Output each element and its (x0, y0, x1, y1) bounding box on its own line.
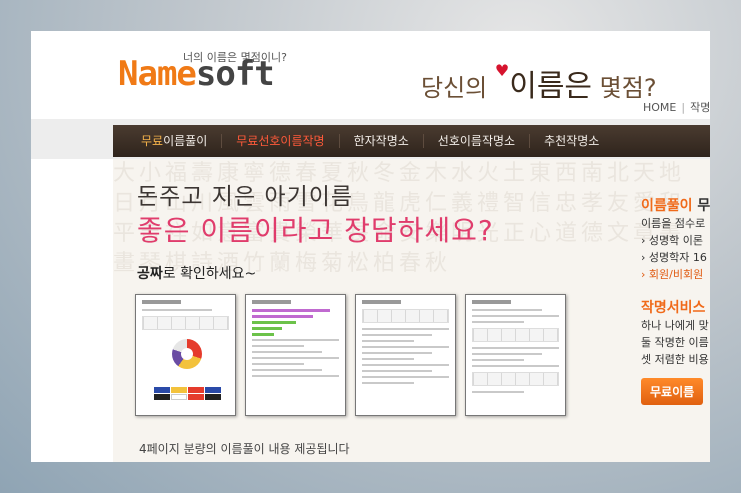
browser-viewport: 너의 이름은 몇점이니? Namesoft 당신의 ♥이름은 몇점? HOME |… (31, 31, 710, 462)
report-page-thumbnail-1[interactable] (135, 294, 236, 416)
side-line: 이름을 점수로 (641, 217, 706, 230)
member-link[interactable]: › 회원/비회원 (641, 266, 710, 283)
main-nav: 무료이름풀이 무료선호이름작명 한자작명소 선호이름작명소 추천작명소 (113, 125, 710, 157)
report-thumbnails (135, 294, 566, 416)
side-line: › 성명학자 16 (641, 251, 707, 264)
free-name-button[interactable]: 무료이름 (641, 378, 704, 405)
service-title: 작명서비스 (641, 300, 706, 316)
nav-recommended-naming[interactable]: 추천작명소 (530, 134, 613, 148)
side-title-orange: 이름풀이 (641, 198, 693, 214)
donut-chart-icon (172, 339, 202, 369)
nav-item-label: 이름풀이 (163, 134, 208, 148)
report-page-thumbnail-3[interactable] (355, 294, 456, 416)
promo-subline-rest: 로 확인하세요~ (162, 266, 257, 282)
service-line: 둘 작명한 이름 (641, 336, 709, 349)
nav-item-highlight: 무료 (141, 134, 164, 148)
service-line: 하나 나에게 맞 (641, 319, 709, 332)
report-page-thumbnail-4[interactable] (465, 294, 566, 416)
site-logo[interactable]: Namesoft (118, 54, 275, 94)
report-page-thumbnail-2[interactable] (245, 294, 346, 416)
logo-soft: soft (195, 54, 275, 94)
logo-name: Name (118, 54, 197, 94)
side-line: › 성명학 이론 (641, 234, 703, 247)
service-line: 셋 저렴한 비용 (641, 353, 709, 366)
nav-free-name-reading[interactable]: 무료이름풀이 (127, 134, 223, 148)
side-title: 이름풀이 무 (641, 195, 710, 215)
headline-big: 이름은 (509, 69, 593, 104)
naming-link[interactable]: 작명서 (690, 101, 710, 114)
link-divider: | (681, 101, 686, 114)
promo-headline-1: 돈주고 지은 아기이름 (137, 184, 354, 210)
site-header: 너의 이름은 몇점이니? Namesoft 당신의 ♥이름은 몇점? HOME |… (31, 31, 710, 119)
side-info-panel: 이름풀이 무 이름을 점수로 › 성명학 이론 › 성명학자 16 › 회원/비… (641, 195, 710, 405)
home-link[interactable]: HOME (643, 101, 676, 114)
nav-preferred-naming[interactable]: 선호이름작명소 (424, 134, 531, 148)
headline-pre: 당신의 (421, 74, 495, 102)
promo-headline-2: 좋은 이름이라고 장담하세요? (137, 214, 494, 247)
promo-subline: 공짜로 확인하세요~ (137, 263, 256, 283)
promo-free-word: 공짜 (137, 266, 163, 282)
top-links: HOME | 작명서 (643, 99, 710, 115)
color-chart-icon (154, 387, 224, 400)
promo-banner[interactable]: 大小福壽康寧德春夏秋冬金木水火土東西南北天地日月山川風雲雨雪花鳥龍虎仁義禮智信忠… (113, 159, 710, 462)
side-title-dark: 무 (692, 198, 710, 214)
headline-post: 몇점? (592, 74, 657, 102)
thumbnail-caption: 4페이지 분량의 이름풀이 내용 제공됩니다 (139, 442, 350, 456)
header-headline: 당신의 ♥이름은 몇점? (421, 61, 657, 105)
heart-icon: ♥ (494, 61, 510, 80)
nav-free-preferred-naming[interactable]: 무료선호이름작명 (222, 134, 340, 148)
nav-hanja-naming[interactable]: 한자작명소 (340, 134, 424, 148)
